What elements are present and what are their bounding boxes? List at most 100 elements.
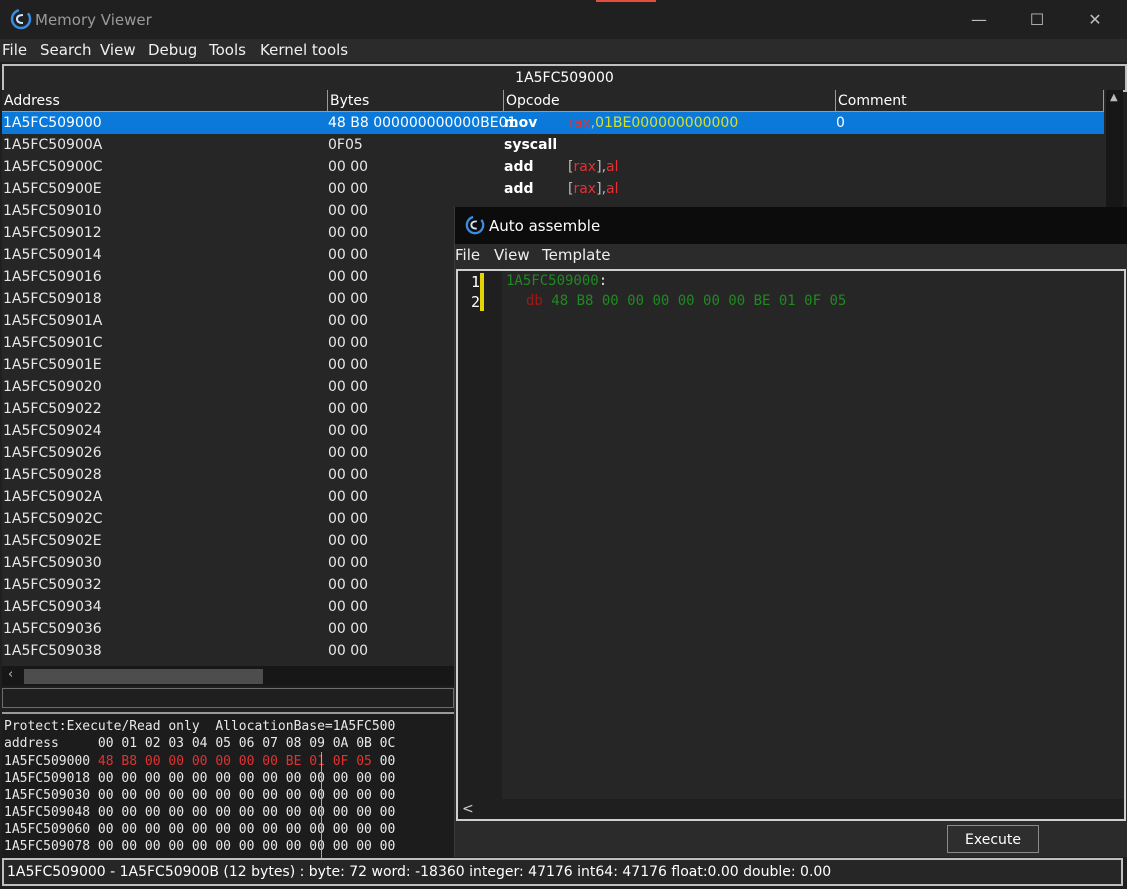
hex-row-bytes: 00 (371, 754, 396, 769)
cheat-engine-icon (465, 215, 485, 235)
hex-row[interactable]: 1A5FC509048 00 00 00 00 00 00 00 00 00 0… (4, 804, 395, 821)
auto-assemble-title: Auto assemble (489, 217, 601, 235)
operand-part: rax (573, 181, 597, 197)
row-address: 1A5FC509038 (3, 643, 102, 659)
scroll-up-icon[interactable]: ▲ (1110, 92, 1118, 103)
menu-kernel-tools[interactable]: Kernel tools (260, 39, 348, 62)
menu-tools[interactable]: Tools (209, 39, 246, 62)
maximize-button[interactable]: ☐ (1008, 0, 1066, 39)
scroll-left-icon[interactable]: ‹ (8, 667, 13, 682)
aa-menu-view[interactable]: View (494, 246, 530, 264)
menu-bar: File Search View Debug Tools Kernel tool… (0, 39, 1127, 62)
menu-debug[interactable]: Debug (148, 39, 197, 62)
row-address: 1A5FC509020 (3, 379, 102, 395)
auto-assemble-menu-bar: File View Template (455, 244, 1127, 269)
title-accent (596, 0, 656, 2)
row-bytes: 00 00 (328, 181, 369, 197)
line-number-gutter: 1 2 (458, 271, 502, 799)
row-address: 1A5FC509034 (3, 599, 102, 615)
hex-row-address: 1A5FC509000 (4, 754, 91, 769)
menu-view[interactable]: View (100, 39, 136, 62)
status-bar: 1A5FC509000 - 1A5FC50900B (12 bytes) : b… (2, 858, 1123, 886)
hex-protect-line: Protect:Execute/Read only AllocationBase… (4, 719, 396, 734)
row-bytes: 48 B8 000000000000BE01 (328, 115, 517, 131)
row-bytes: 00 00 (328, 533, 369, 549)
row-address: 1A5FC50902E (3, 533, 102, 549)
scroll-left-icon[interactable]: < (462, 799, 474, 819)
row-bytes: 00 00 (328, 467, 369, 483)
code-line: 1A5FC509000: (506, 273, 607, 289)
auto-assemble-title-bar[interactable]: Auto assemble (455, 207, 1127, 244)
column-header-comment[interactable]: Comment (836, 90, 1104, 112)
hex-row-bytes: 00 00 00 00 00 00 00 00 00 00 00 00 00 (97, 788, 396, 803)
row-address: 1A5FC509022 (3, 401, 102, 417)
row-address: 1A5FC509012 (3, 225, 102, 241)
column-header-address[interactable]: Address (2, 90, 328, 112)
aa-menu-template[interactable]: Template (542, 246, 610, 264)
row-address: 1A5FC509032 (3, 577, 102, 593)
row-address: 1A5FC50901C (3, 335, 103, 351)
row-bytes: 00 00 (328, 599, 369, 615)
hex-row-address: 1A5FC509018 (4, 771, 91, 786)
row-address: 1A5FC50902A (3, 489, 103, 505)
title-bar: Memory Viewer — ☐ ✕ (0, 0, 1127, 39)
row-bytes: 00 00 (328, 621, 369, 637)
row-operands: rax,01BE000000000000 (568, 112, 738, 134)
hex-row[interactable]: 1A5FC509030 00 00 00 00 00 00 00 00 00 0… (4, 787, 395, 804)
minimize-button[interactable]: — (950, 0, 1008, 39)
hex-row[interactable]: 1A5FC509060 00 00 00 00 00 00 00 00 00 0… (4, 821, 395, 838)
row-operands: [rax],al (568, 178, 618, 200)
row-address: 1A5FC509000 (3, 115, 102, 131)
table-row[interactable]: 1A5FC50900C 00 00 add [rax],al (2, 156, 1104, 178)
column-header-bytes[interactable]: Bytes (328, 90, 504, 112)
table-row[interactable]: 1A5FC509000 48 B8 000000000000BE01 mov rax,… (2, 112, 1104, 134)
scroll-thumb[interactable] (24, 669, 263, 684)
address-box[interactable]: 1A5FC509000 (2, 64, 1127, 92)
row-bytes: 00 00 (328, 379, 369, 395)
row-bytes: 00 00 (328, 291, 369, 307)
row-opcode: add (504, 181, 534, 197)
hex-view[interactable]: Protect:Execute/Read only AllocationBase… (2, 712, 454, 860)
row-opcode: mov (504, 115, 538, 131)
menu-search[interactable]: Search (40, 39, 92, 62)
hex-row-bytes: 00 00 00 00 00 00 00 00 00 00 00 00 00 (97, 822, 396, 837)
hex-row[interactable]: 1A5FC509018 00 00 00 00 00 00 00 00 00 0… (4, 770, 395, 787)
hex-row-address: 1A5FC509030 (4, 788, 91, 803)
line-number: 1 (470, 273, 480, 291)
line-number: 2 (470, 293, 480, 311)
row-address: 1A5FC509016 (3, 269, 102, 285)
code-colon: : (598, 273, 608, 289)
row-comment: 0 (836, 115, 845, 131)
table-row[interactable]: 1A5FC50900E 00 00 add [rax],al (2, 178, 1104, 200)
hex-row-address: 1A5FC509048 (4, 805, 91, 820)
cheat-engine-icon (10, 8, 32, 30)
menu-file[interactable]: File (2, 39, 27, 62)
hex-row[interactable]: 1A5FC509078 00 00 00 00 00 00 00 00 00 0… (4, 838, 395, 855)
close-button[interactable]: ✕ (1066, 0, 1124, 39)
script-editor[interactable]: 1 2 1A5FC509000: db 48 B8 00 00 00 00 00… (456, 269, 1126, 821)
table-row[interactable]: 1A5FC50900A 0F05 syscall (2, 134, 1104, 156)
code-bytes: 48 B8 00 00 00 00 00 00 BE 01 0F 05 (551, 293, 847, 309)
row-address: 1A5FC509026 (3, 445, 102, 461)
execute-button[interactable]: Execute (947, 825, 1039, 853)
modified-line-marker (480, 292, 484, 311)
auto-assemble-window[interactable]: Auto assemble File View Template 1 2 1A5… (454, 207, 1127, 857)
editor-horizontal-scrollbar[interactable]: < (458, 799, 1124, 819)
address-value: 1A5FC509000 (515, 70, 614, 86)
operand-part: rax (573, 159, 597, 175)
row-address: 1A5FC50900A (3, 137, 103, 153)
window-title: Memory Viewer (35, 11, 152, 29)
column-header-opcode[interactable]: Opcode (504, 90, 836, 112)
disassembler-horizontal-scrollbar[interactable]: ‹ (2, 666, 454, 686)
aa-menu-file[interactable]: File (455, 246, 480, 264)
disassembler-info-field[interactable] (2, 688, 454, 708)
row-bytes: 00 00 (328, 489, 369, 505)
row-operands: [rax],al (568, 156, 618, 178)
code-label: 1A5FC509000 (506, 273, 599, 289)
code-line: db 48 B8 00 00 00 00 00 00 BE 01 0F 05 (526, 293, 846, 309)
row-bytes: 00 00 (328, 335, 369, 351)
row-opcode: add (504, 159, 534, 175)
hex-row-changed-bytes: 48 B8 00 00 00 00 00 00 BE 01 0F 05 (97, 754, 372, 769)
row-bytes: 00 00 (328, 555, 369, 571)
hex-row[interactable]: 1A5FC509000 48 B8 00 00 00 00 00 00 BE 0… (4, 753, 395, 770)
